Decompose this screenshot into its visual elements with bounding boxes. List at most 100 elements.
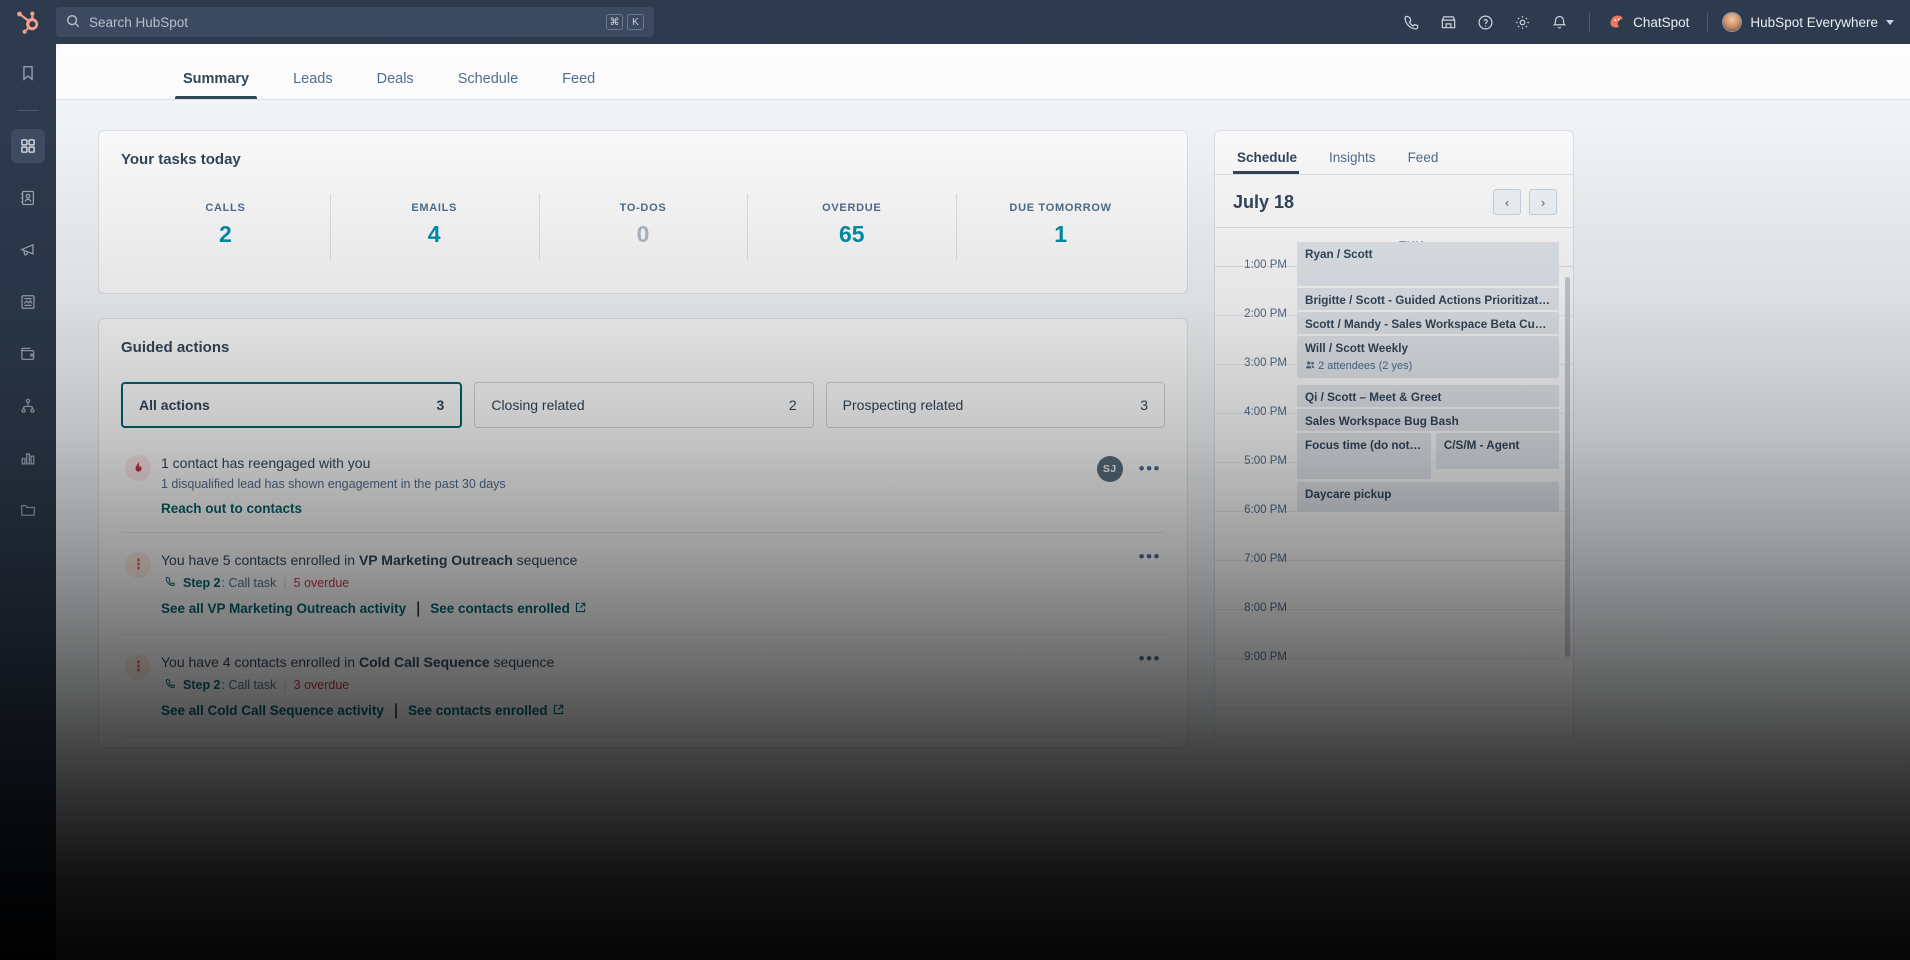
sidebar-item-crm[interactable] — [11, 181, 45, 215]
calendar-timeslots: 1:00 PM 2:00 PM 3:00 PM 4:00 PM 5:00 PM … — [1215, 242, 1573, 737]
calendar-scrollbar[interactable] — [1565, 277, 1570, 657]
stat-emails[interactable]: EMAILS 4 — [329, 194, 539, 264]
schedule-panel: Schedule Insights Feed July 18 ‹ › THU 1 — [1214, 130, 1574, 738]
kbd-command: ⌘ — [606, 14, 623, 30]
guided-action-row[interactable]: You have 4 contacts enrolled in Cold Cal… — [121, 635, 1165, 737]
search-input-placeholder[interactable]: Search HubSpot — [89, 15, 188, 30]
event-attendees: 2 attendees (2 yes) — [1305, 359, 1551, 373]
guided-action-body: You have 5 contacts enrolled in VP Marke… — [161, 551, 1139, 618]
step-number: Step 2 — [183, 575, 221, 590]
time-label: 6:00 PM — [1244, 504, 1287, 516]
chatspot-button[interactable]: ChatSpot — [1604, 12, 1693, 33]
see-all-sequence-activity-link[interactable]: See all Cold Call Sequence activity — [161, 703, 384, 718]
filter-all-actions[interactable]: All actions 3 — [121, 382, 463, 428]
hubspot-logo-icon[interactable] — [0, 9, 56, 35]
time-label: 1:00 PM — [1244, 259, 1287, 271]
sidebar-item-content[interactable] — [11, 285, 45, 319]
stat-label: DUE TOMORROW — [1009, 202, 1112, 214]
row-overflow-menu-icon[interactable]: ••• — [1139, 460, 1161, 477]
calendar-event[interactable]: Daycare pickup — [1297, 482, 1559, 512]
left-sidebar-rail — [0, 44, 56, 960]
calendar-events-column: Ryan / Scott Brigitte / Scott - Guided A… — [1297, 242, 1559, 737]
side-tab-schedule[interactable]: Schedule — [1233, 150, 1313, 174]
calendar-event[interactable]: C/S/M - Agent — [1435, 433, 1559, 469]
see-all-sequence-activity-link[interactable]: See all VP Marketing Outreach activity — [161, 601, 406, 616]
bell-icon[interactable] — [1543, 6, 1575, 38]
sidebar-item-commerce[interactable] — [11, 337, 45, 371]
tasks-card-title: Your tasks today — [121, 151, 241, 168]
calendar-event[interactable]: Will / Scott Weekly 2 attendees (2 yes) — [1297, 336, 1559, 378]
step-overdue-count: 3 overdue — [293, 677, 350, 692]
global-search[interactable]: Search HubSpot ⌘ K — [56, 7, 654, 37]
guided-action-subtext: 1 disqualified lead has shown engagement… — [161, 476, 506, 491]
stat-value: 2 — [219, 221, 232, 247]
phone-icon[interactable] — [1395, 6, 1427, 38]
side-tab-feed[interactable]: Feed — [1392, 150, 1455, 174]
marketplace-icon[interactable] — [1432, 6, 1464, 38]
sidebar-item-workspaces[interactable] — [11, 129, 45, 163]
tab-schedule[interactable]: Schedule — [436, 59, 540, 99]
stat-due-tomorrow[interactable]: DUE TOMORROW 1 — [956, 194, 1165, 264]
guided-action-row-actions: ••• — [1139, 548, 1161, 565]
flame-icon — [125, 455, 151, 481]
row-overflow-menu-icon[interactable]: ••• — [1139, 650, 1161, 667]
sidebar-item-library[interactable] — [11, 493, 45, 527]
prev-day-button[interactable]: ‹ — [1493, 189, 1521, 215]
calendar-event[interactable]: Focus time (do not bo… — [1297, 433, 1431, 479]
calendar-event[interactable]: Ryan / Scott — [1297, 242, 1559, 286]
filter-closing-related[interactable]: Closing related 2 — [474, 382, 814, 428]
calendar-event[interactable]: Scott / Mandy - Sales Workspace Beta Cus… — [1297, 312, 1559, 334]
calendar-event[interactable]: Sales Workspace Bug Bash — [1297, 409, 1559, 431]
step-task: : Call task — [221, 575, 277, 590]
sidebar-item-automations[interactable] — [11, 389, 45, 423]
tab-summary[interactable]: Summary — [161, 59, 271, 99]
reach-out-to-contacts-link[interactable]: Reach out to contacts — [161, 501, 302, 516]
step-separator: | — [283, 575, 287, 590]
guided-action-row-actions: SJ ••• — [1096, 454, 1161, 482]
help-circle-icon[interactable] — [1469, 6, 1501, 38]
time-label: 2:00 PM — [1244, 308, 1287, 320]
step-task: : Call task — [221, 677, 277, 692]
tab-leads[interactable]: Leads — [271, 59, 355, 99]
stat-label: EMAILS — [411, 202, 458, 214]
guided-action-step: Step 2 : Call task | 5 overdue — [161, 576, 1139, 590]
guided-action-headline: You have 5 contacts enrolled in VP Marke… — [161, 551, 1139, 570]
sequence-icon — [125, 551, 151, 578]
stat-todos[interactable]: TO-DOS 0 — [538, 194, 748, 264]
see-contacts-enrolled-link[interactable]: See contacts enrolled — [408, 703, 564, 718]
side-tab-insights[interactable]: Insights — [1313, 150, 1392, 174]
sidebar-item-marketing[interactable] — [11, 233, 45, 267]
next-day-button[interactable]: › — [1529, 189, 1557, 215]
nav-divider-1 — [1589, 12, 1591, 32]
assignee-avatar[interactable]: SJ — [1096, 456, 1123, 482]
workspace-page: Summary Leads Deals Schedule Feed Your t… — [56, 44, 1910, 960]
see-contacts-enrolled-link[interactable]: See contacts enrolled — [430, 601, 586, 616]
filter-count: 3 — [436, 397, 445, 413]
sidebar-item-bookmarks[interactable] — [11, 56, 45, 90]
stat-value: 65 — [838, 221, 865, 247]
guided-action-row-actions: ••• — [1139, 650, 1161, 667]
gear-icon[interactable] — [1506, 6, 1538, 38]
step-number: Step 2 — [183, 677, 221, 692]
workspace-tabbar: Summary Leads Deals Schedule Feed — [56, 44, 1910, 100]
calendar-grid: 1:00 PM 2:00 PM 3:00 PM 4:00 PM 5:00 PM … — [1215, 242, 1573, 737]
calendar-event[interactable]: Qi / Scott – Meet & Greet — [1297, 385, 1559, 407]
sidebar-item-reporting[interactable] — [11, 441, 45, 475]
calendar-event[interactable]: Brigitte / Scott - Guided Actions Priori… — [1297, 288, 1559, 310]
headline-prefix: You have 5 contacts enrolled in — [161, 551, 359, 568]
tab-feed[interactable]: Feed — [540, 59, 617, 99]
stat-value: 1 — [1054, 221, 1067, 247]
side-panel-tabs: Schedule Insights Feed — [1215, 131, 1573, 175]
tab-deals[interactable]: Deals — [355, 59, 436, 99]
guided-action-row[interactable]: You have 5 contacts enrolled in VP Marke… — [121, 533, 1165, 635]
chevron-down-icon — [1886, 19, 1894, 25]
account-menu[interactable]: HubSpot Everywhere — [1722, 12, 1894, 32]
filter-prospecting-related[interactable]: Prospecting related 3 — [825, 382, 1165, 428]
stat-calls[interactable]: CALLS 2 — [121, 194, 330, 264]
external-link-icon — [553, 703, 564, 718]
row-overflow-menu-icon[interactable]: ••• — [1139, 548, 1161, 565]
guided-action-row[interactable]: 1 contact has reengaged with you 1 disqu… — [121, 436, 1165, 533]
stat-overdue[interactable]: OVERDUE 65 — [747, 194, 956, 264]
top-nav-actions: ChatSpot HubSpot Everywhere — [1395, 6, 1910, 38]
time-label: 7:00 PM — [1244, 553, 1287, 565]
